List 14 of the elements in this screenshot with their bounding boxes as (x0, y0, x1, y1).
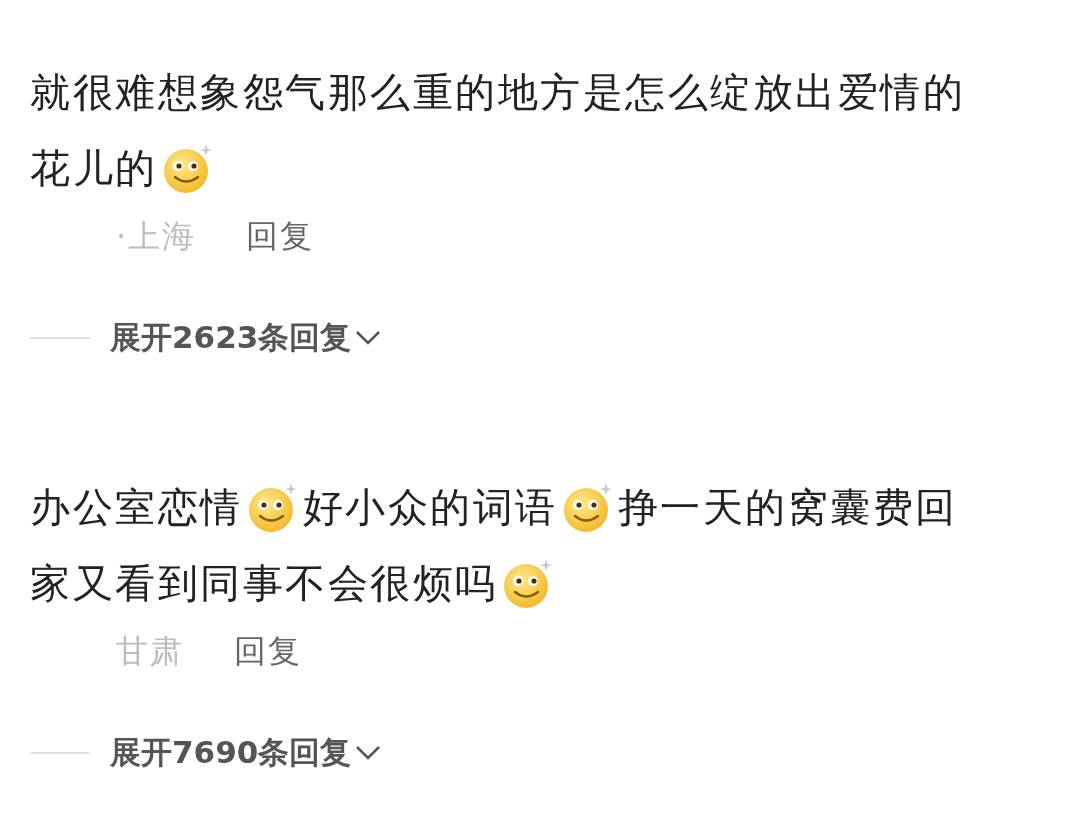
comment-text: 挣一天的窝囊费回 (617, 482, 958, 532)
chevron-down-icon (355, 745, 382, 761)
comment-text: 好小众的词语 (302, 482, 558, 532)
expand-replies-button[interactable]: 展开7690条回复 (110, 732, 382, 774)
comment-text: 办公室恋情 (30, 482, 243, 532)
comment-text: 家又看到同事不会很烦吗 (30, 558, 498, 608)
expand-replies-button[interactable]: 展开2623条回复 (110, 317, 382, 359)
comment-text: 就很难想象怨气那么重的地方是怎么绽放出爱情的 (30, 67, 965, 117)
reply-link[interactable]: 回复 (234, 630, 302, 674)
comment-location: 甘肃 (116, 631, 184, 672)
chevron-down-icon (355, 330, 382, 346)
reply-link[interactable]: 回复 (246, 215, 315, 259)
comment-location: ·上海 (116, 216, 197, 257)
comment-text: 花儿的 (30, 143, 158, 193)
